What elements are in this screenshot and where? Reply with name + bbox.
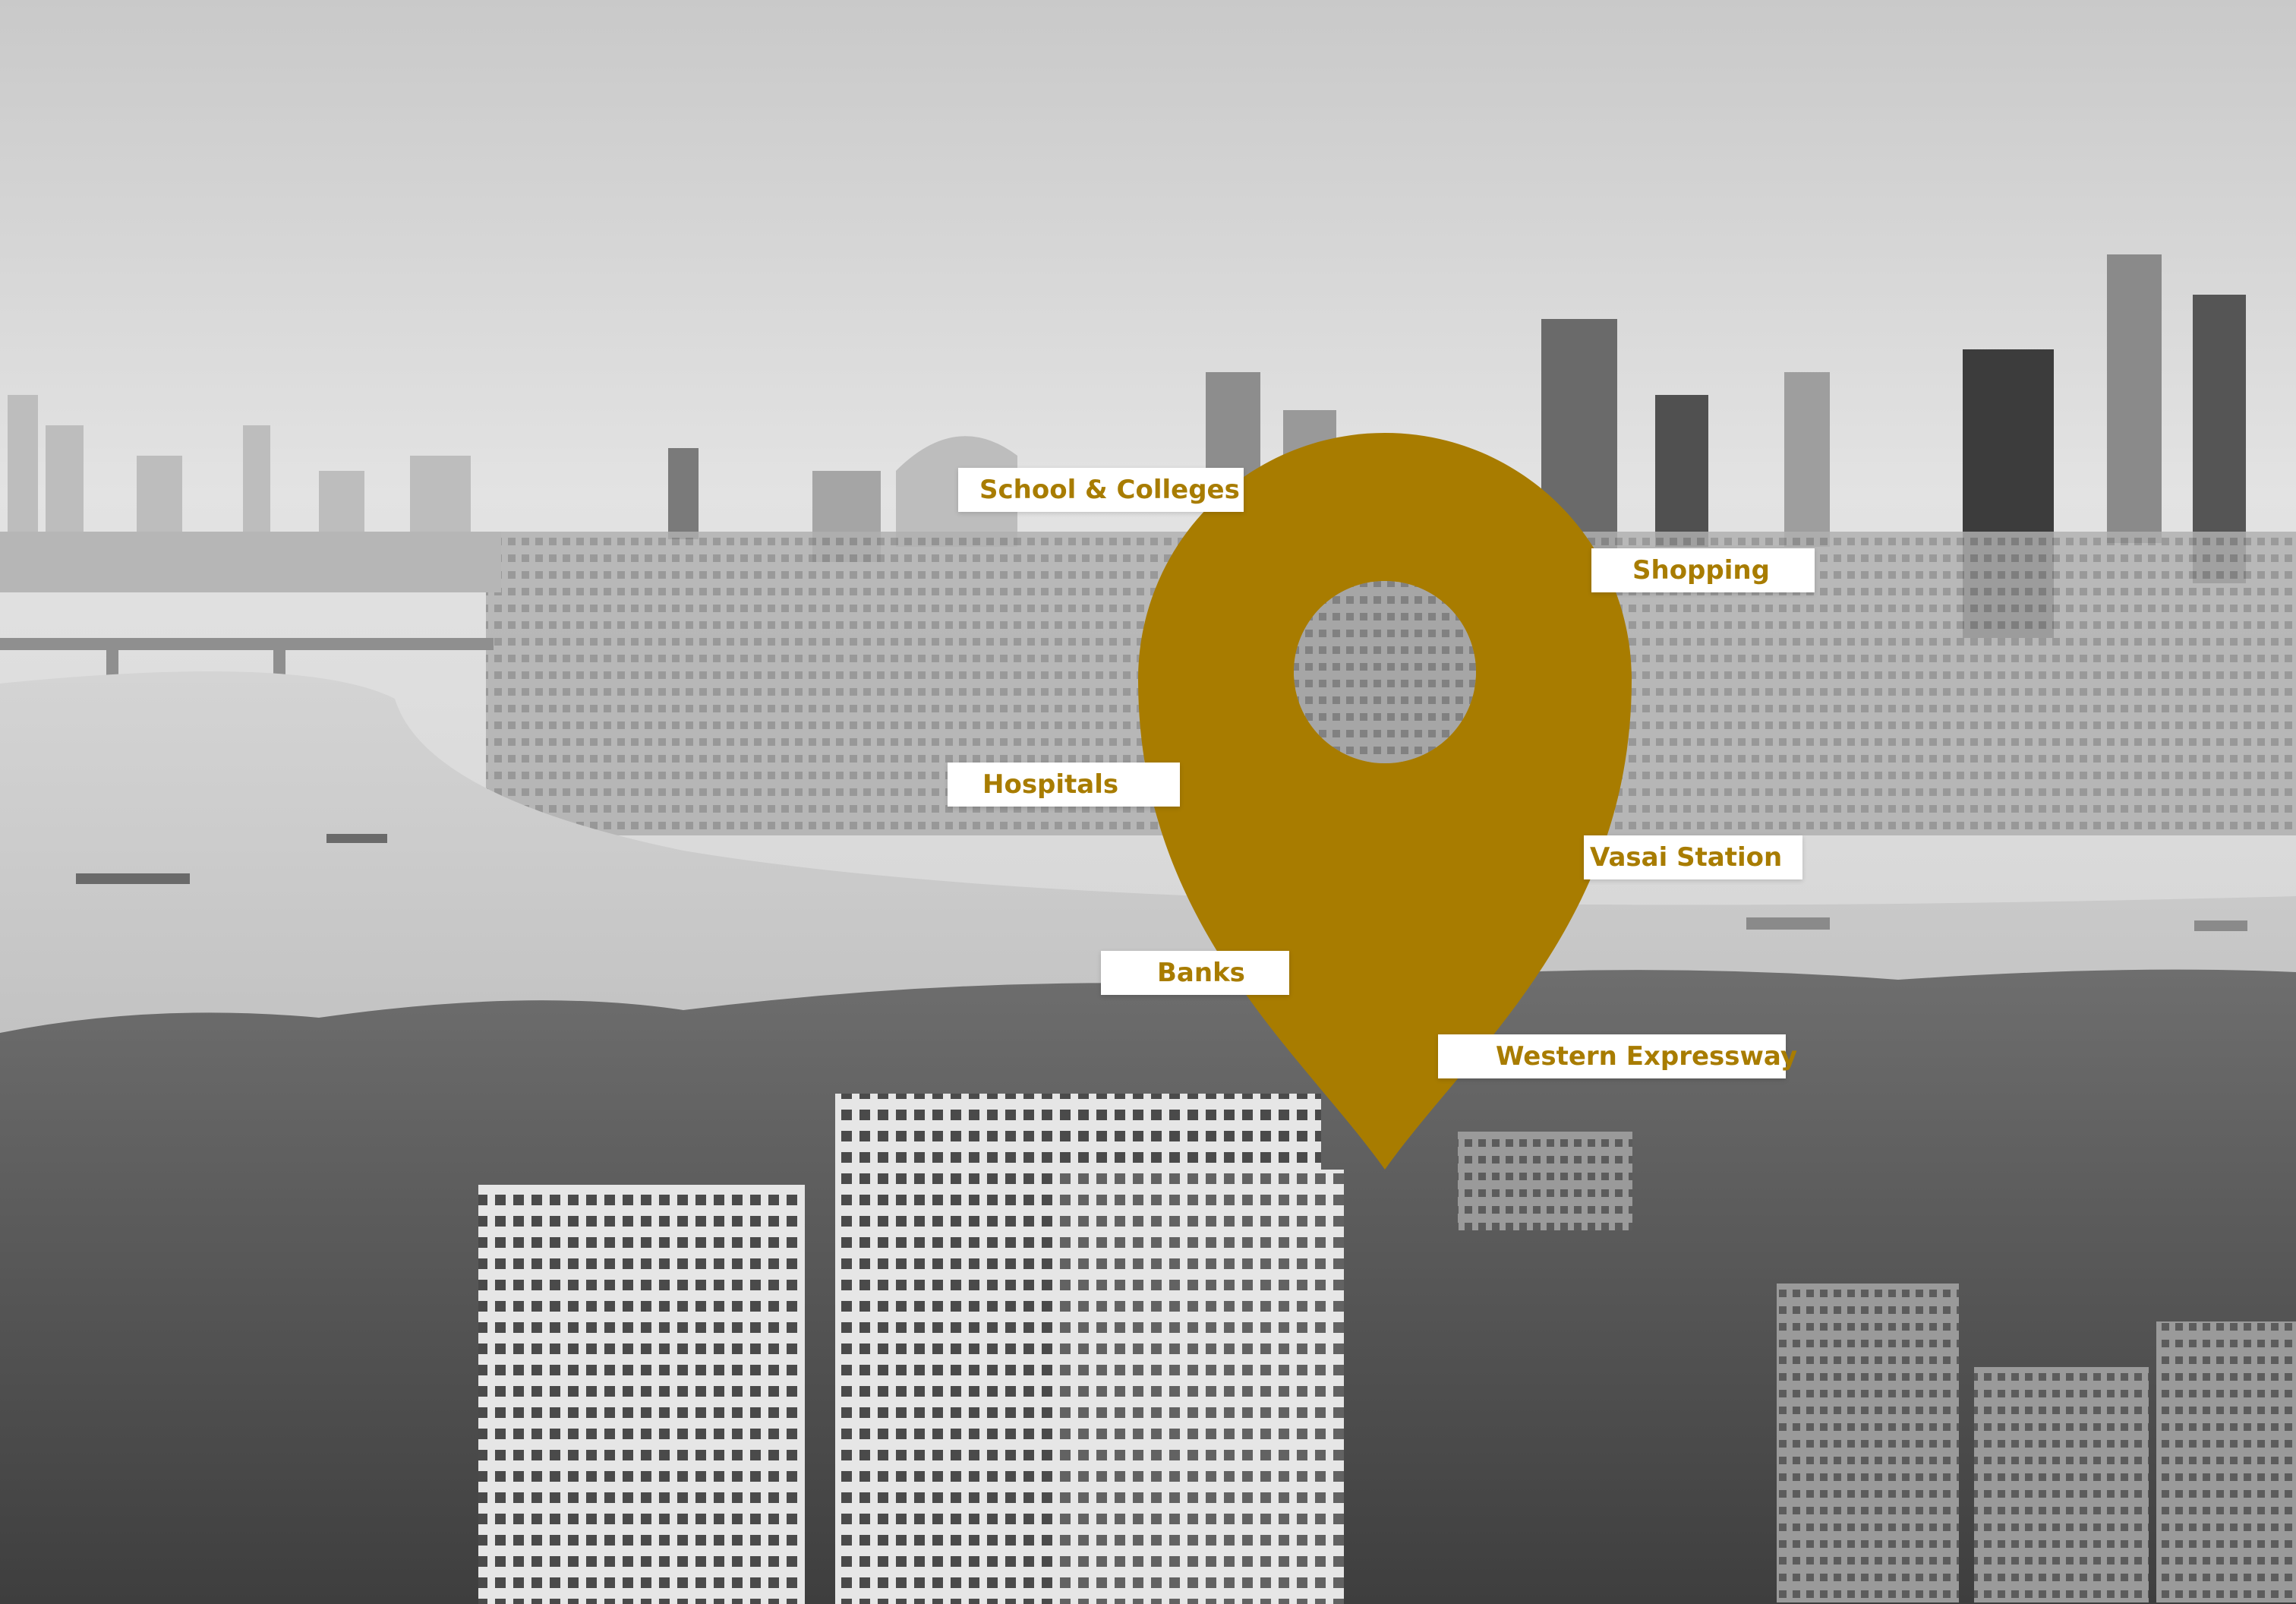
label-banks: Banks <box>1101 951 1289 995</box>
label-shopping: Shopping <box>1591 548 1815 592</box>
label-western-expressway: Western Expressway <box>1438 1034 1797 1078</box>
label-vasai-station: Vasai Station <box>1584 835 1802 879</box>
label-school-colleges: School & Colleges <box>958 468 1244 512</box>
label-hospitals: Hospitals <box>948 763 1180 807</box>
